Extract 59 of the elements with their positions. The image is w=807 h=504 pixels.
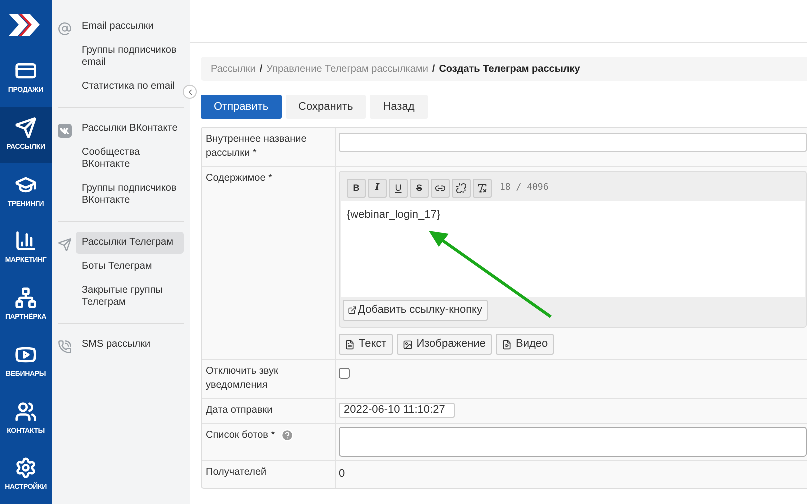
- date-input-field[interactable]: 2022-06-10 11:10:27: [339, 403, 455, 418]
- text-icon: [345, 340, 355, 350]
- mute-checkbox[interactable]: [339, 368, 350, 379]
- clear-format-icon: [477, 183, 488, 194]
- field-label: Список ботов *: [206, 429, 276, 443]
- submenu-item[interactable]: Боты Телеграм: [76, 256, 184, 278]
- content-type-button[interactable]: Видео: [496, 334, 554, 355]
- submenu-item[interactable]: SMS рассылки: [76, 334, 184, 356]
- action-button[interactable]: Отправить: [201, 95, 282, 119]
- field-label: Дата отправки: [206, 404, 273, 418]
- phone-icon: [58, 340, 72, 354]
- message-field[interactable]: {webinar_login_17}: [341, 201, 805, 297]
- help-icon[interactable]: [281, 429, 294, 442]
- link-button[interactable]: [431, 179, 450, 198]
- paper-plane-icon: [58, 238, 72, 252]
- bots-select-field[interactable]: [339, 427, 807, 457]
- submenu-item[interactable]: Рассылки Телеграм: [76, 232, 184, 254]
- field-label: Внутреннее название рассылки *: [206, 133, 308, 161]
- name-input-field[interactable]: [339, 133, 807, 152]
- breadcrumb-separator: /: [432, 62, 436, 76]
- bar-chart-icon: [15, 230, 37, 252]
- italic-button[interactable]: I: [368, 179, 387, 198]
- action-button[interactable]: Сохранить: [286, 95, 366, 119]
- people-icon: [15, 400, 37, 423]
- breadcrumb-separator: /: [260, 62, 263, 76]
- field-label: Содержимое *: [206, 172, 272, 186]
- unlink-button[interactable]: [452, 179, 471, 198]
- paper-plane-icon: [15, 116, 37, 139]
- field-label: Отключить звук уведомления: [206, 365, 280, 393]
- character-counter: 18 / 4096: [500, 182, 549, 195]
- logo-icon: [9, 14, 43, 36]
- add-link-icon: [348, 306, 357, 315]
- image-icon: [402, 340, 413, 350]
- submenu-item[interactable]: Email рассылки: [76, 16, 184, 38]
- unlink-icon: [456, 183, 467, 194]
- at-icon: [58, 22, 72, 36]
- network-icon: [15, 287, 37, 310]
- submenu-item[interactable]: Статистика по email: [76, 76, 184, 98]
- underline-button[interactable]: U: [389, 179, 408, 198]
- vk-icon: [58, 124, 72, 138]
- content-type-button[interactable]: Изображение: [396, 334, 492, 355]
- add-link-button[interactable]: Добавить ссылку-кнопку: [343, 300, 488, 321]
- collapse-button[interactable]: [183, 85, 197, 99]
- submenu-item[interactable]: Закрытые группы Телеграм: [76, 280, 184, 314]
- clear-format-button[interactable]: [473, 179, 492, 198]
- submenu-item[interactable]: Группы подписчиков email: [76, 40, 184, 74]
- recipients-count: 0: [339, 467, 346, 482]
- submenu-item[interactable]: Рассылки ВКонтакте: [76, 118, 184, 140]
- breadcrumb-current: Создать Телеграм рассылку: [439, 62, 580, 76]
- settings-icon: [15, 457, 37, 480]
- link-icon: [435, 183, 446, 194]
- strikethrough-button[interactable]: S: [410, 179, 429, 198]
- submenu-item[interactable]: Сообщества ВКонтакте: [76, 142, 184, 176]
- action-button[interactable]: Назад: [370, 95, 428, 119]
- bold-button[interactable]: B: [347, 179, 366, 198]
- field-label: Получателей: [206, 466, 267, 480]
- content-type-button[interactable]: Текст: [339, 334, 393, 355]
- submenu-item[interactable]: Группы подписчиков ВКонтакте: [76, 178, 184, 212]
- video-file-icon: [502, 340, 512, 350]
